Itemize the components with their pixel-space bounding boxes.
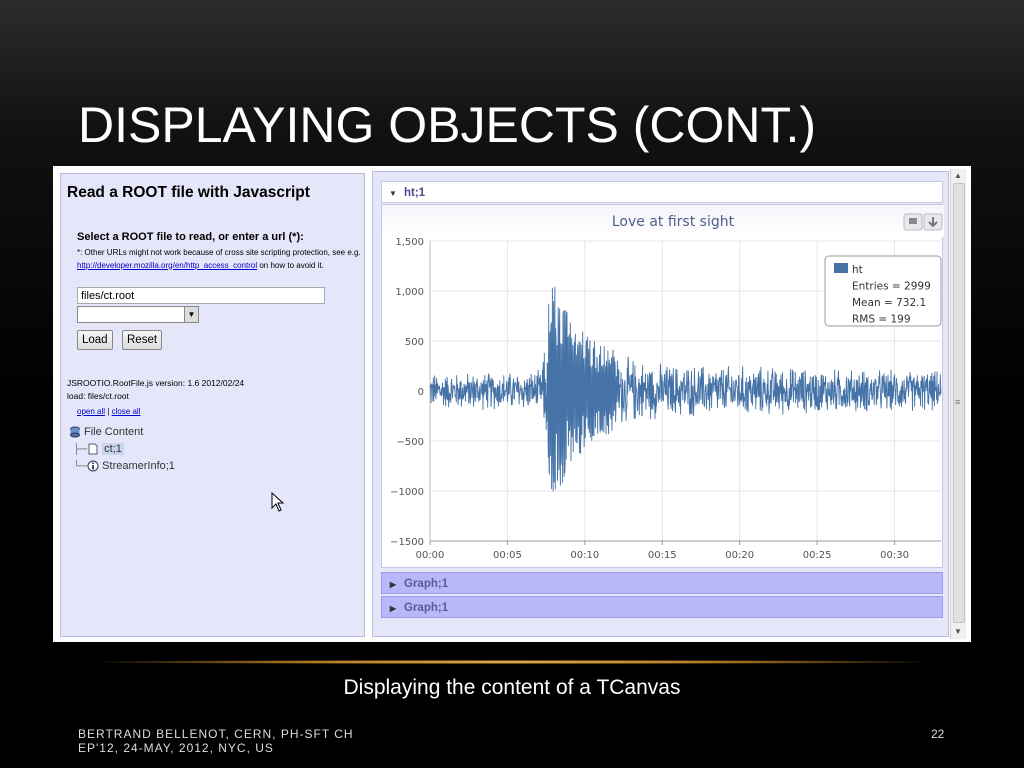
x-tick-label: 00:10 — [570, 550, 599, 561]
x-tick-label: 00:25 — [803, 550, 832, 561]
y-tick-label: 0 — [418, 387, 424, 398]
database-icon — [70, 426, 80, 438]
x-tick-label: 00:05 — [493, 550, 522, 561]
file-url-input[interactable] — [77, 287, 325, 304]
x-tick-label: 00:15 — [648, 550, 677, 561]
x-tick-label: 00:30 — [880, 550, 909, 561]
tree-root[interactable]: File Content — [69, 424, 175, 441]
accordion-header-ht[interactable]: ▼ ht;1 — [381, 181, 943, 203]
accordion-header-graph-1-label: Graph;1 — [404, 578, 449, 590]
browser-screenshot: Read a ROOT file with Javascript Select … — [53, 166, 971, 642]
chart-title: Love at first sight — [612, 214, 735, 230]
accordion-header-graph-2-label: Graph;1 — [404, 602, 449, 614]
chevron-down-icon[interactable]: ▼ — [184, 307, 198, 322]
x-tick-label: 00:20 — [725, 550, 754, 561]
file-select-dropdown[interactable]: ▼ — [77, 306, 199, 323]
slide-title: DISPLAYING OBJECTS (CONT.) — [78, 97, 817, 153]
tree-item-ct[interactable]: ├─ ct;1 — [69, 441, 175, 458]
accordion-header-graph-2[interactable]: ▶ Graph;1 — [381, 596, 943, 618]
vertical-scrollbar[interactable]: ▲ ≡ ▼ — [950, 169, 966, 639]
file-select-label: Select a ROOT file to read, or enter a u… — [77, 231, 304, 243]
cross-site-note: *: Other URLs might not work because of … — [77, 247, 362, 272]
page-number: 22 — [931, 727, 945, 741]
open-all-link[interactable]: open all — [77, 407, 105, 416]
scroll-up-arrow-icon[interactable]: ▲ — [954, 171, 962, 180]
scroll-grip-icon: ≡ — [955, 397, 961, 407]
note-suffix: on how to avoid it. — [257, 260, 324, 270]
y-tick-label: 1,500 — [395, 237, 424, 248]
y-tick-label: 1,000 — [395, 287, 424, 298]
version-line: JSROOTIO.RootFile.js version: 1.6 2012/0… — [67, 378, 245, 388]
collapsed-triangle-icon: ▶ — [389, 604, 397, 613]
legend-rms: RMS = 199 — [852, 314, 911, 326]
divider-glow — [100, 660, 924, 664]
mozilla-access-control-link[interactable]: http://developer.mozilla.org/en/http_acc… — [77, 261, 257, 270]
print-icon — [909, 218, 917, 224]
file-tree: File Content ├─ ct;1 └─ StreamerInfo;1 — [69, 424, 175, 475]
canvas-file-icon — [88, 443, 98, 455]
footer-event: EP'12, 24-MAY, 2012, NYC, US — [78, 741, 274, 755]
tree-root-label: File Content — [84, 426, 144, 438]
histogram-chart: Love at first sight 1,500 1,000 500 0 −500 −10… — [382, 205, 944, 561]
y-tick-label: −1500 — [390, 537, 424, 548]
scroll-down-arrow-icon[interactable]: ▼ — [954, 627, 962, 636]
legend-series-name: ht — [852, 264, 863, 276]
reset-button[interactable]: Reset — [122, 330, 163, 350]
left-panel-title: Read a ROOT file with Javascript — [67, 184, 310, 201]
tree-item-ct-label: ct;1 — [102, 443, 124, 455]
y-tick-label: −1000 — [390, 487, 424, 498]
y-tick-label: 500 — [405, 337, 424, 348]
version-info: JSROOTIO.RootFile.js version: 1.6 2012/0… — [67, 377, 244, 403]
footer-author: BERTRAND BELLENOT, CERN, PH-SFT CH — [78, 727, 354, 741]
x-tick-label: 00:00 — [416, 550, 445, 561]
links-separator: | — [107, 407, 110, 416]
slide-caption: Displaying the content of a TCanvas — [343, 676, 681, 699]
close-all-link[interactable]: close all — [112, 407, 141, 416]
mouse-cursor-icon — [271, 492, 285, 512]
expanded-triangle-icon: ▼ — [389, 189, 397, 198]
collapsed-triangle-icon: ▶ — [389, 580, 397, 589]
tree-item-streamerinfo[interactable]: └─ StreamerInfo;1 — [69, 458, 175, 475]
legend-entries: Entries = 2999 — [852, 281, 931, 293]
load-button[interactable]: Load — [77, 330, 113, 350]
tree-links: open all | close all — [77, 407, 140, 416]
info-icon — [87, 460, 99, 472]
histogram-chart-frame: Love at first sight 1,500 1,000 500 0 −500 −10… — [381, 204, 944, 568]
accordion-header-graph-1[interactable]: ▶ Graph;1 — [381, 572, 943, 594]
legend-swatch — [834, 263, 848, 273]
slide-footer: BERTRAND BELLENOT, CERN, PH-SFT CH EP'12… — [78, 727, 354, 755]
load-line: load: files/ct.root — [67, 391, 129, 401]
left-panel: Read a ROOT file with Javascript Select … — [60, 173, 365, 637]
tree-item-streamerinfo-label: StreamerInfo;1 — [102, 460, 175, 472]
accordion-header-ht-label: ht;1 — [404, 187, 426, 199]
legend-mean: Mean = 732.1 — [852, 297, 926, 309]
note-prefix: *: Other URLs might not work because of … — [77, 248, 361, 257]
y-tick-label: −500 — [397, 437, 424, 448]
